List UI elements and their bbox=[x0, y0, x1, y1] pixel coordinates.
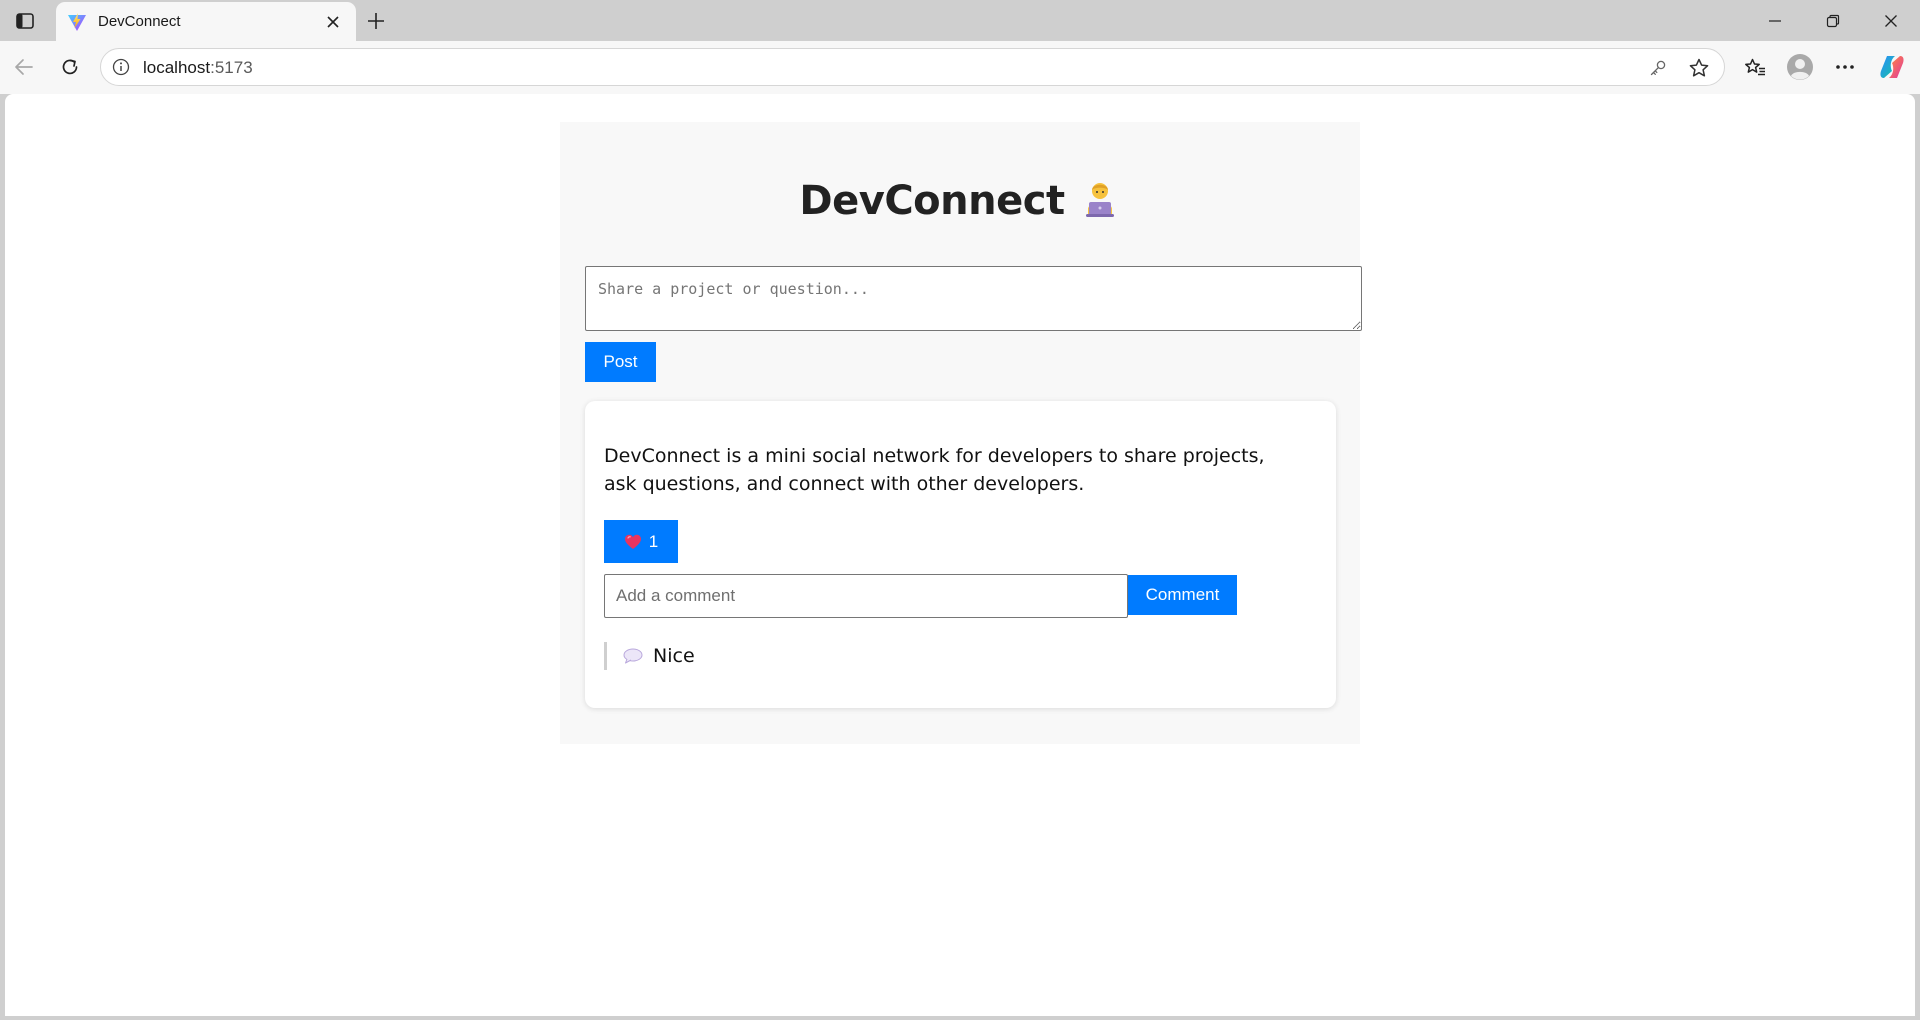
profile-icon[interactable] bbox=[1784, 51, 1816, 83]
technologist-emoji-icon bbox=[1079, 178, 1121, 220]
post-input[interactable] bbox=[585, 266, 1362, 331]
active-tab[interactable]: DevConnect bbox=[56, 2, 356, 41]
refresh-icon[interactable] bbox=[54, 51, 86, 83]
page-title-text: DevConnect bbox=[799, 178, 1065, 224]
post-text: DevConnect is a mini social network for … bbox=[604, 445, 1265, 495]
key-icon[interactable] bbox=[1647, 57, 1669, 79]
comment-input[interactable] bbox=[604, 574, 1128, 618]
browser-toolbar: localhost:5173 bbox=[0, 41, 1920, 94]
tab-actions-icon[interactable] bbox=[12, 8, 38, 34]
comment-item: Nice bbox=[604, 642, 695, 670]
close-icon[interactable] bbox=[322, 11, 344, 33]
like-button[interactable]: 1 bbox=[604, 520, 678, 563]
back-arrow-icon[interactable] bbox=[8, 51, 40, 83]
post-button[interactable]: Post bbox=[585, 342, 656, 382]
tab-title: DevConnect bbox=[98, 13, 181, 30]
star-icon[interactable] bbox=[1687, 56, 1711, 80]
info-icon[interactable] bbox=[111, 57, 131, 77]
page-title: DevConnect bbox=[560, 178, 1360, 224]
comment-text: Nice bbox=[653, 645, 695, 667]
url-host: localhost bbox=[143, 58, 211, 77]
restore-icon[interactable] bbox=[1810, 4, 1856, 38]
plus-icon[interactable] bbox=[362, 7, 390, 35]
page-viewport: DevConnect Post DevConnect is a mini soc… bbox=[5, 94, 1915, 1016]
more-icon[interactable] bbox=[1829, 51, 1861, 83]
address-bar[interactable]: localhost:5173 bbox=[100, 48, 1725, 86]
window-close-icon[interactable] bbox=[1868, 4, 1914, 38]
heart-icon bbox=[624, 533, 642, 551]
speech-bubble-icon bbox=[623, 648, 643, 664]
minimize-icon[interactable] bbox=[1752, 4, 1798, 38]
vite-logo-icon bbox=[66, 11, 88, 33]
url-text[interactable]: localhost:5173 bbox=[143, 58, 253, 78]
url-port: :5173 bbox=[210, 58, 253, 77]
comment-button[interactable]: Comment bbox=[1128, 575, 1237, 615]
copilot-icon[interactable] bbox=[1876, 51, 1908, 83]
tab-strip: DevConnect bbox=[0, 0, 1920, 41]
like-count: 1 bbox=[648, 531, 659, 551]
post-card: DevConnect is a mini social network for … bbox=[585, 401, 1336, 708]
favorites-icon[interactable] bbox=[1739, 51, 1771, 83]
app-container: DevConnect Post DevConnect is a mini soc… bbox=[560, 122, 1362, 744]
